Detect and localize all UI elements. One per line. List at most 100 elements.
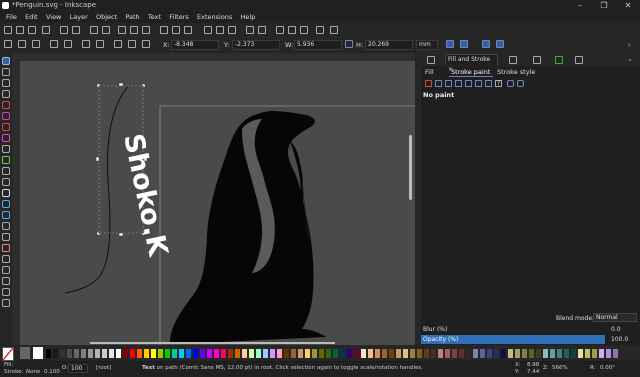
spray-tool-icon[interactable] xyxy=(2,233,10,241)
palette-swatch[interactable] xyxy=(312,349,317,358)
palette-swatch[interactable] xyxy=(592,349,597,358)
rotate-ccw-icon[interactable] xyxy=(50,40,58,48)
palette-swatch[interactable] xyxy=(130,349,135,358)
palette-swatch[interactable] xyxy=(172,349,177,358)
paste-icon[interactable] xyxy=(142,26,150,34)
ungroup-icon[interactable] xyxy=(258,26,266,34)
swatch-icon[interactable] xyxy=(485,80,492,87)
palette-swatch[interactable] xyxy=(382,349,387,358)
tweak-tool-icon[interactable] xyxy=(2,79,10,87)
menu-layer[interactable]: Layer xyxy=(70,12,88,23)
unit-select[interactable]: mm xyxy=(416,40,438,50)
3d-box-tool-icon[interactable] xyxy=(2,112,10,120)
open-document-icon[interactable] xyxy=(16,26,24,34)
linear-gradient-icon[interactable] xyxy=(445,80,452,87)
y-field[interactable]: -2.373 xyxy=(232,40,280,50)
mesh-tool-icon[interactable] xyxy=(2,211,10,219)
text-tool-icon[interactable] xyxy=(2,189,10,197)
palette-swatch[interactable] xyxy=(613,349,618,358)
raise-to-top-icon[interactable] xyxy=(114,40,122,48)
palette-swatch[interactable] xyxy=(543,349,548,358)
palette-swatch[interactable] xyxy=(284,349,289,358)
palette-swatch[interactable] xyxy=(473,349,478,358)
palette-swatch[interactable] xyxy=(508,349,513,358)
export-tab-icon[interactable] xyxy=(555,56,563,64)
subtab-fill[interactable]: Fill xyxy=(425,68,434,76)
copy-icon[interactable] xyxy=(118,26,126,34)
gradient-tool-icon[interactable] xyxy=(2,200,10,208)
width-field[interactable]: 5.936 xyxy=(294,40,342,50)
flat-color-icon[interactable] xyxy=(435,80,442,87)
palette-swatch[interactable] xyxy=(571,349,576,358)
palette-swatch[interactable] xyxy=(102,349,107,358)
rotate-cw-icon[interactable] xyxy=(64,40,72,48)
menu-file[interactable]: File xyxy=(6,12,17,23)
palette-swatch[interactable] xyxy=(116,349,121,358)
palette-swatch[interactable] xyxy=(179,349,184,358)
layers-tab-icon[interactable] xyxy=(533,56,541,64)
zoom-tool-icon[interactable] xyxy=(2,90,10,98)
transform-gradients-icon[interactable] xyxy=(482,40,490,48)
palette-swatch[interactable] xyxy=(242,349,247,358)
palette-swatch[interactable] xyxy=(263,349,268,358)
ellipse-tool-icon[interactable] xyxy=(2,123,10,131)
palette-swatch[interactable] xyxy=(557,349,562,358)
spiral-tool-icon[interactable] xyxy=(2,145,10,153)
align-distribute-icon[interactable] xyxy=(316,26,324,34)
blur-value[interactable]: 0.0 xyxy=(611,326,621,333)
duplicate-icon[interactable] xyxy=(204,26,212,34)
panel-menu-chevron-icon[interactable]: ⌄ xyxy=(627,56,635,64)
flip-horizontal-icon[interactable] xyxy=(82,40,90,48)
height-field[interactable]: 20.269 xyxy=(365,40,413,50)
palette-swatch[interactable] xyxy=(445,349,450,358)
redo-icon[interactable] xyxy=(102,26,110,34)
export-icon[interactable] xyxy=(72,26,80,34)
palette-swatch[interactable] xyxy=(459,349,464,358)
palette-swatch[interactable] xyxy=(501,349,506,358)
subtab-stroke-style[interactable]: Stroke style xyxy=(497,68,535,76)
fill-stroke-dialog-icon[interactable] xyxy=(276,26,284,34)
print-icon[interactable] xyxy=(42,26,50,34)
xml-editor-icon[interactable] xyxy=(300,26,308,34)
measure-tool-icon[interactable] xyxy=(2,277,10,285)
palette-swatch[interactable] xyxy=(326,349,331,358)
star-tool-icon[interactable] xyxy=(2,134,10,142)
palette-swatch[interactable] xyxy=(109,349,114,358)
palette-swatch[interactable] xyxy=(158,349,163,358)
palette-swatch[interactable] xyxy=(578,349,583,358)
palette-swatch[interactable] xyxy=(123,349,128,358)
radial-gradient-icon[interactable] xyxy=(455,80,462,87)
palette-swatch[interactable] xyxy=(466,349,471,358)
palette-swatch[interactable] xyxy=(515,349,520,358)
palette-swatch[interactable] xyxy=(88,349,93,358)
scale-stroke-icon[interactable] xyxy=(446,40,454,48)
palette-swatch[interactable] xyxy=(151,349,156,358)
palette-swatch[interactable] xyxy=(333,349,338,358)
lock-icon[interactable] xyxy=(345,40,353,48)
no-color-swatch[interactable] xyxy=(2,347,14,361)
palette-swatch[interactable] xyxy=(235,349,240,358)
import-icon[interactable] xyxy=(60,26,68,34)
subtab-stroke-paint[interactable]: Stroke paint xyxy=(451,68,490,76)
palette-swatch[interactable] xyxy=(599,349,604,358)
select-all-icon[interactable] xyxy=(4,40,12,48)
paint-bucket-tool-icon[interactable] xyxy=(2,255,10,263)
palette-swatch[interactable] xyxy=(529,349,534,358)
cut-icon[interactable] xyxy=(130,26,138,34)
clone-icon[interactable] xyxy=(216,26,224,34)
zoom-drawing-icon[interactable] xyxy=(172,26,180,34)
palette-swatch[interactable] xyxy=(438,349,443,358)
minimize-icon[interactable]: – xyxy=(568,0,592,12)
menu-filters[interactable]: Filters xyxy=(169,12,188,23)
node-tool-icon[interactable] xyxy=(2,68,10,76)
lower-icon[interactable] xyxy=(142,40,150,48)
fill-rule-evenodd-icon[interactable] xyxy=(507,80,514,87)
stroke-indicator-value[interactable]: None xyxy=(26,369,40,375)
menu-help[interactable]: Help xyxy=(241,12,256,23)
transform-patterns-icon[interactable] xyxy=(496,40,504,48)
palette-swatch[interactable] xyxy=(403,349,408,358)
menu-text[interactable]: Text xyxy=(148,12,161,23)
palette-swatch[interactable] xyxy=(452,349,457,358)
menu-edit[interactable]: Edit xyxy=(25,12,38,23)
palette-swatch[interactable] xyxy=(480,349,485,358)
